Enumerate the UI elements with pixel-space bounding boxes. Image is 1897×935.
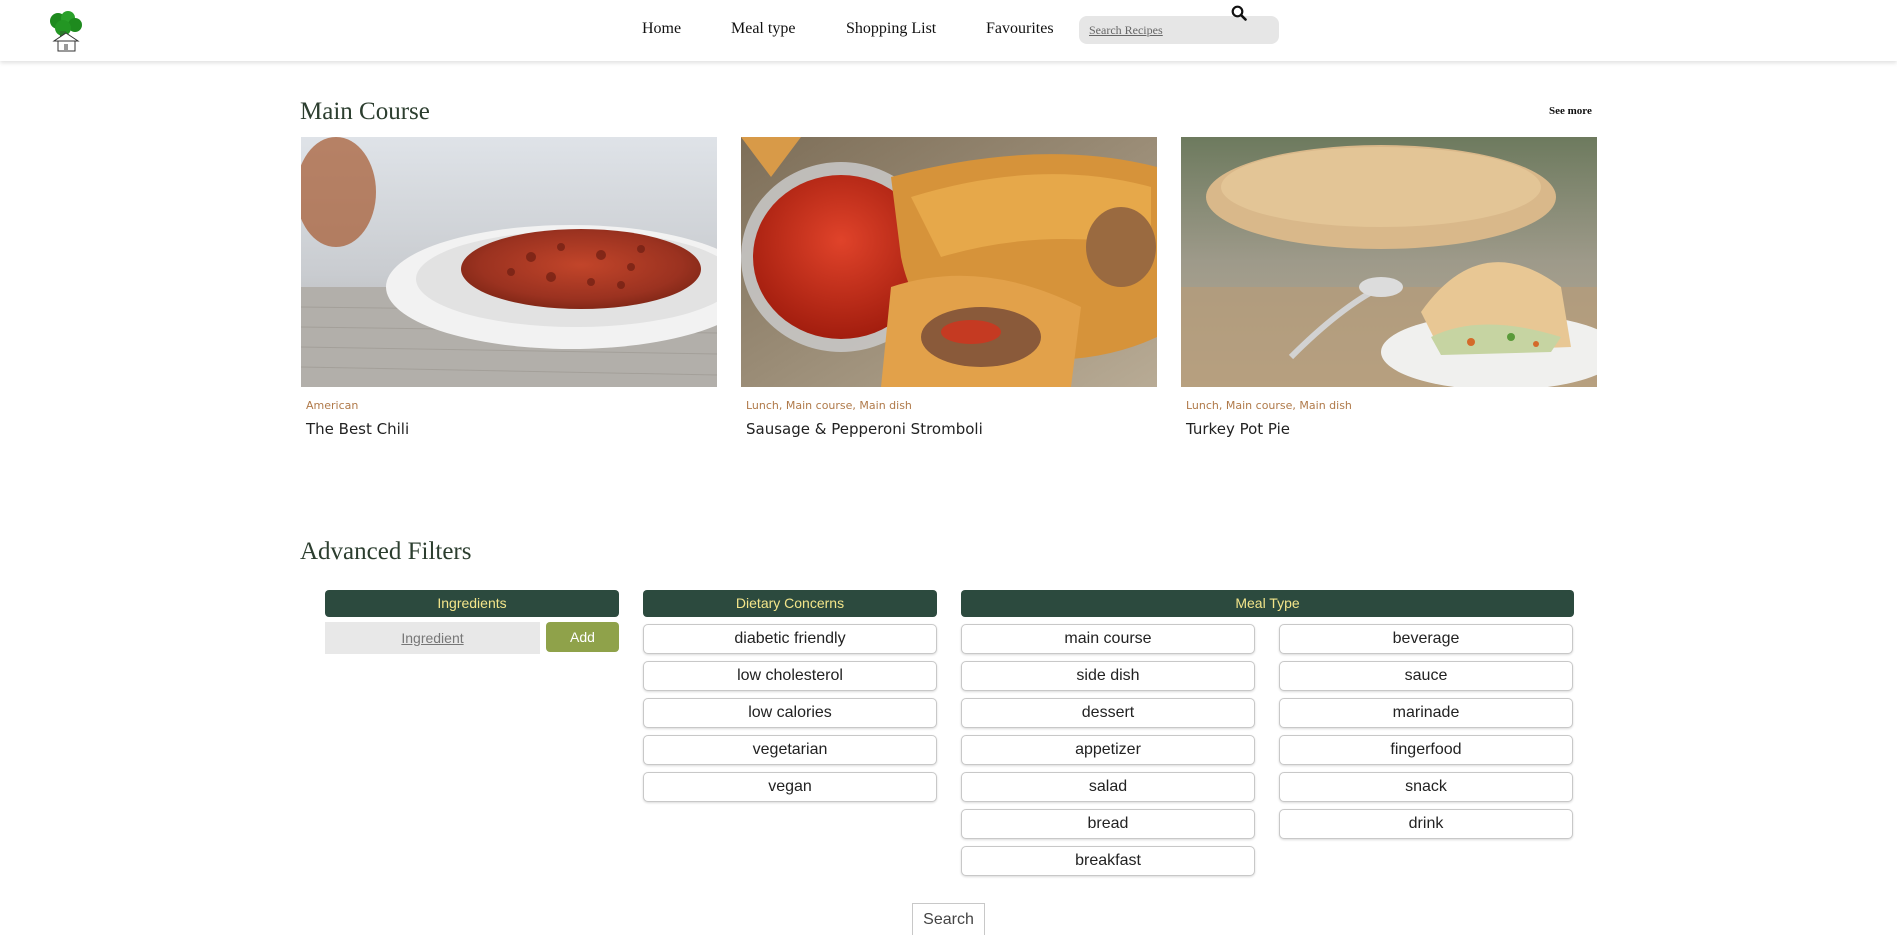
stromboli-photo[interactable] [741,137,1157,387]
meal-type-option[interactable]: snack [1279,772,1573,802]
meal-type-option[interactable]: salad [961,772,1255,802]
meal-type-option[interactable]: sauce [1279,661,1573,691]
dietary-header: Dietary Concerns [643,590,937,617]
card-title[interactable]: Sausage & Pepperoni Stromboli [746,420,983,438]
meal-type-option[interactable]: side dish [961,661,1255,691]
meal-type-option[interactable]: main course [961,624,1255,654]
meal-type-option[interactable]: fingerfood [1279,735,1573,765]
add-ingredient-button[interactable]: Add [546,622,619,652]
dietary-option[interactable]: vegan [643,772,937,802]
see-more-link[interactable]: See more [1549,105,1592,117]
nav-favourites[interactable]: Favourites [986,20,1054,38]
chili-bowl-photo[interactable] [301,137,717,387]
site-header: Home Meal type Shopping List Favourites [0,0,1897,61]
nav-home[interactable]: Home [642,20,681,38]
card-title[interactable]: The Best Chili [306,420,409,438]
recipe-card[interactable]: American The Best Chili [301,137,717,447]
dietary-option[interactable]: diabetic friendly [643,624,937,654]
search-box [1079,16,1279,44]
main-course-title: Main Course [300,98,430,125]
meal-type-header: Meal Type [961,590,1574,617]
meal-type-option[interactable]: bread [961,809,1255,839]
meal-type-option[interactable]: appetizer [961,735,1255,765]
pot-pie-photo[interactable] [1181,137,1597,387]
dietary-option[interactable]: vegetarian [643,735,937,765]
filter-search-button[interactable]: Search [912,903,985,935]
recipe-card[interactable]: Lunch, Main course, Main dish Sausage & … [741,137,1157,447]
search-button[interactable] [1229,5,1249,23]
card-title[interactable]: Turkey Pot Pie [1186,420,1290,438]
meal-type-option[interactable]: marinade [1279,698,1573,728]
meal-type-option[interactable]: drink [1279,809,1573,839]
dietary-option[interactable]: low cholesterol [643,661,937,691]
card-tags: American [306,399,359,412]
magnifier-icon [1231,5,1247,21]
advanced-filters-title: Advanced Filters [300,538,472,565]
meal-type-option[interactable]: dessert [961,698,1255,728]
broccoli-house-icon[interactable] [46,11,86,53]
card-tags: Lunch, Main course, Main dish [746,399,912,412]
recipe-card[interactable]: Lunch, Main course, Main dish Turkey Pot… [1181,137,1597,447]
nav-meal-type[interactable]: Meal type [731,20,795,38]
ingredients-header: Ingredients [325,590,619,617]
meal-type-option[interactable]: breakfast [961,846,1255,876]
meal-type-option[interactable]: beverage [1279,624,1573,654]
search-input[interactable] [1089,21,1229,39]
dietary-option[interactable]: low calories [643,698,937,728]
nav-shopping-list[interactable]: Shopping List [846,20,936,38]
card-tags: Lunch, Main course, Main dish [1186,399,1352,412]
ingredient-input[interactable] [325,622,540,654]
